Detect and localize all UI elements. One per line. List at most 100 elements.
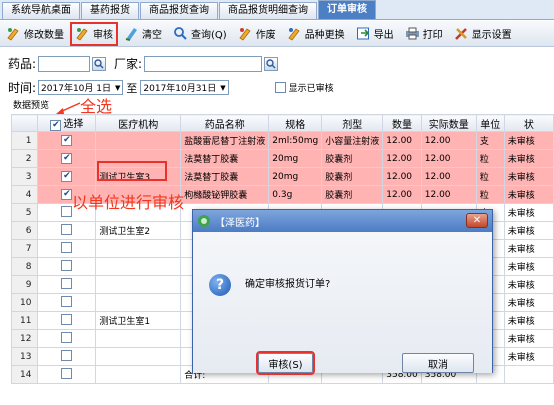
- row-checkbox[interactable]: [61, 205, 73, 217]
- column-header[interactable]: ✔ 选择: [37, 114, 97, 132]
- column-header[interactable]: 医疗机构: [95, 114, 182, 132]
- row-number: 10: [10, 293, 39, 312]
- row-select-cell: [37, 257, 97, 276]
- row-number: 14: [10, 365, 39, 384]
- toolbar-button-8[interactable]: 显示设置: [450, 23, 516, 45]
- column-header-label: 规格: [285, 119, 306, 131]
- cell-form: 胶囊剂: [321, 167, 384, 186]
- cell-status: 未审核: [503, 275, 554, 294]
- row-checkbox[interactable]: [61, 259, 73, 271]
- dialog-cancel-button[interactable]: 取消: [402, 353, 474, 373]
- cell-unit: 支: [475, 131, 505, 150]
- show-audited-checkbox[interactable]: [274, 82, 286, 93]
- row-checkbox[interactable]: [61, 349, 73, 361]
- toolbar-button-label: 导出: [373, 30, 394, 41]
- column-header[interactable]: 状: [503, 114, 554, 132]
- table-row[interactable]: 2 ✔ 法莫替丁胶囊 20mg 胶囊剂 12.00 12.00 粒未审核: [10, 149, 554, 168]
- row-checkbox[interactable]: [61, 241, 73, 253]
- cell-qty: 12.00: [382, 167, 422, 186]
- tab-1[interactable]: 基药报货: [81, 2, 139, 19]
- row-checkbox[interactable]: [61, 295, 73, 307]
- toolbar-button-5[interactable]: 品种更换: [283, 23, 349, 45]
- cell-actual: 12.00: [420, 185, 477, 204]
- cell-org: [95, 347, 182, 366]
- row-checkbox[interactable]: [61, 223, 73, 235]
- cell-actual: 12.00: [420, 131, 477, 150]
- column-header[interactable]: 实际数量: [420, 114, 477, 132]
- cell-name: 法莫替丁胶囊: [180, 167, 270, 186]
- column-header[interactable]: 药品名称: [180, 114, 270, 132]
- tab-4[interactable]: 订单审核: [318, 0, 376, 19]
- maker-input[interactable]: [144, 55, 263, 72]
- row-number: 5: [10, 203, 39, 222]
- row-checkbox[interactable]: [61, 313, 73, 325]
- tab-0[interactable]: 系统导航桌面: [2, 2, 80, 19]
- row-number: 11: [10, 311, 39, 330]
- toolbar-button-label: 显示设置: [471, 30, 512, 41]
- toolbar-button-3[interactable]: 查询(Q): [169, 23, 231, 45]
- cell-status: 未审核: [503, 131, 554, 150]
- close-icon[interactable]: ✕: [466, 213, 488, 228]
- dialog-message: 确定审核报货订单?: [245, 279, 331, 290]
- tab-3[interactable]: 商品报货明细查询: [219, 2, 317, 19]
- table-row[interactable]: 1 ✔ 盐酸雷尼替丁注射液 2ml:50mg 小容量注射液 12.00 12.00 支未审核: [10, 131, 554, 150]
- dialog-approve-button[interactable]: 审核(S): [256, 351, 315, 375]
- question-icon: ?: [209, 274, 231, 296]
- cell-org: 测试卫生室2: [95, 221, 182, 240]
- time-label: 时间:: [8, 81, 37, 95]
- cell-org: [95, 257, 182, 276]
- row-number: 8: [10, 257, 39, 276]
- cell-qty: 12.00: [382, 131, 422, 150]
- annotation-unit-review: 以单位进行审核: [72, 193, 185, 212]
- maker-picker-icon[interactable]: [264, 56, 279, 71]
- column-header[interactable]: 剂型: [321, 114, 384, 132]
- row-checkbox[interactable]: ✔: [61, 153, 73, 164]
- chevron-down-icon: ▼: [220, 83, 226, 92]
- toolbar-button-0[interactable]: 修改数量: [2, 23, 68, 45]
- cell-status: 未审核: [503, 347, 554, 366]
- row-checkbox[interactable]: [61, 331, 73, 343]
- row-select-cell: [37, 329, 97, 348]
- column-header[interactable]: 单位: [475, 114, 505, 132]
- column-header-label: 状: [523, 119, 534, 131]
- toolbar-button-7[interactable]: 打印: [401, 23, 447, 45]
- cell-unit: 粒: [475, 185, 505, 204]
- toolbar-button-6[interactable]: 导出: [352, 23, 398, 45]
- table-row[interactable]: 3 ✔ 测试卫生室3 法莫替丁胶囊 20mg 胶囊剂 12.00 12.00 粒未审核: [10, 167, 554, 186]
- toolbar-button-label: 打印: [422, 30, 443, 41]
- row-checkbox[interactable]: ✔: [61, 189, 73, 200]
- void-icon: [238, 26, 253, 41]
- row-checkbox[interactable]: [61, 367, 73, 379]
- drug-picker-icon[interactable]: [92, 56, 107, 71]
- column-header[interactable]: 数量: [382, 114, 422, 132]
- date-to-picker[interactable]: 2017年10月31日 ▼: [140, 80, 229, 95]
- toolbar-button-label: 修改数量: [24, 30, 64, 41]
- row-number: 6: [10, 221, 39, 240]
- toolbar: 修改数量 审核 清空 查询(Q) 作废 品种更换 导出 打印 显示设置: [0, 21, 554, 47]
- row-checkbox[interactable]: [61, 277, 73, 289]
- toolbar-button-1[interactable]: 审核: [70, 21, 118, 46]
- row-checkbox[interactable]: ✔: [61, 135, 73, 146]
- row-select-cell: [37, 347, 97, 366]
- row-number: 2: [10, 149, 39, 168]
- drug-label: 药品:: [8, 57, 37, 71]
- toolbar-button-4[interactable]: 作废: [234, 23, 280, 45]
- tab-2[interactable]: 商品报货查询: [140, 2, 218, 19]
- row-number: 9: [10, 275, 39, 294]
- row-select-cell: [37, 365, 97, 384]
- toolbar-button-2[interactable]: 清空: [120, 23, 166, 45]
- cell-status: 未审核: [503, 185, 554, 204]
- app-logo-icon: [198, 215, 210, 227]
- approve-icon: [75, 26, 90, 41]
- row-select-cell: [37, 221, 97, 240]
- export-icon: [356, 26, 371, 41]
- toolbar-button-label: 品种更换: [304, 30, 345, 41]
- select-all-checkbox[interactable]: ✔: [50, 120, 62, 131]
- toolbar-button-label: 审核: [93, 30, 113, 41]
- row-number: 4: [10, 185, 39, 204]
- drug-input[interactable]: [38, 55, 91, 72]
- column-header[interactable]: 规格: [268, 114, 323, 132]
- row-checkbox[interactable]: ✔: [61, 171, 73, 182]
- column-header-label: 选择: [63, 119, 84, 130]
- filter-row-drug: 药品: 厂家:: [8, 55, 279, 72]
